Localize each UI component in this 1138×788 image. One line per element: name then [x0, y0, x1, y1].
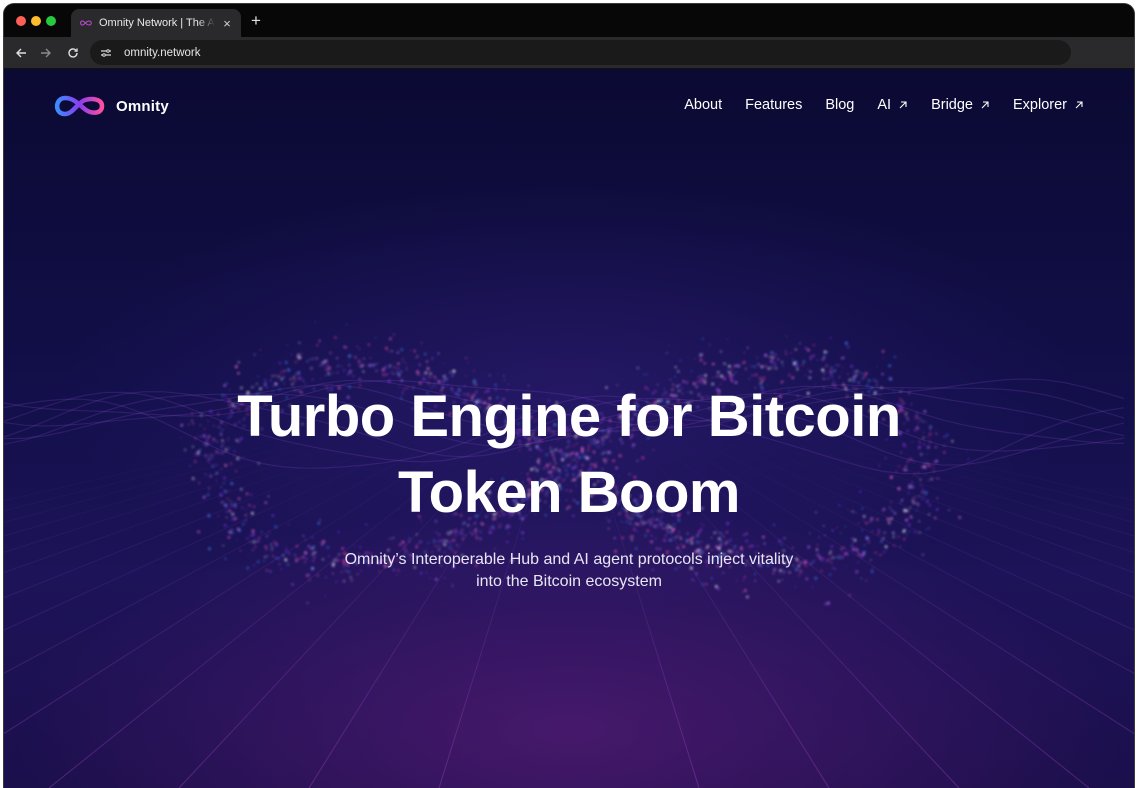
- external-link-icon: [1075, 101, 1083, 109]
- site-settings-icon[interactable]: [98, 45, 114, 61]
- hero-title-line-1: Turbo Engine for Bitcoin: [237, 384, 901, 449]
- url-text: omnity.network: [124, 46, 201, 59]
- address-bar[interactable]: omnity.network: [90, 40, 1071, 65]
- omnity-home-page: Omnity About Features Blog AI Bridge Exp…: [4, 69, 1134, 788]
- hero-subtitle-line-2: into the Bitcoin ecosystem: [476, 573, 662, 590]
- hero-subtitle-line-1: Omnity’s Interoperable Hub and AI agent …: [344, 551, 794, 568]
- external-link-icon: [981, 101, 989, 109]
- nav-label: Blog: [825, 97, 855, 113]
- nav-features[interactable]: Features: [745, 97, 802, 113]
- nav-label: Bridge: [931, 97, 973, 113]
- nav-label: About: [684, 97, 723, 113]
- maximize-window-icon[interactable]: [46, 16, 56, 26]
- close-window-icon[interactable]: [16, 16, 26, 26]
- hero-title: Turbo Engine for Bitcoin Token Boom: [4, 379, 1134, 531]
- nav-label: Explorer: [1013, 97, 1067, 113]
- new-tab-button[interactable]: +: [248, 11, 264, 31]
- nav-blog[interactable]: Blog: [825, 97, 854, 113]
- main-nav: About Features Blog AI Bridge Explorer: [661, 97, 1084, 113]
- nav-ai[interactable]: AI: [877, 97, 908, 113]
- external-link-icon: [899, 101, 907, 109]
- tab-close-icon[interactable]: ×: [221, 16, 233, 31]
- forward-icon[interactable]: [37, 44, 55, 62]
- logo-text: Omnity: [116, 97, 169, 115]
- nav-label: AI: [877, 97, 892, 113]
- browser-toolbar: omnity.network: [4, 37, 1134, 69]
- minimize-window-icon[interactable]: [31, 16, 41, 26]
- hero-title-line-2: Token Boom: [398, 460, 740, 525]
- omnity-logo[interactable]: Omnity: [50, 93, 169, 119]
- reload-icon[interactable]: [64, 44, 82, 62]
- tab-title: Omnity Network | The Asset Hub: [99, 17, 215, 29]
- nav-label: Features: [745, 97, 803, 113]
- tab-omnity[interactable]: Omnity Network | The Asset Hub ×: [71, 9, 241, 37]
- omnity-logo-icon: [54, 95, 105, 117]
- nav-explorer[interactable]: Explorer: [1013, 97, 1084, 113]
- tab-strip: Omnity Network | The Asset Hub × +: [4, 4, 1134, 37]
- omnity-favicon-icon: [80, 20, 92, 26]
- browser-window: Omnity Network | The Asset Hub × + omnit…: [4, 4, 1134, 788]
- nav-about[interactable]: About: [684, 97, 722, 113]
- hero-subtitle: Omnity’s Interoperable Hub and AI agent …: [4, 549, 1134, 593]
- back-icon[interactable]: [12, 44, 30, 62]
- nav-bridge[interactable]: Bridge: [931, 97, 990, 113]
